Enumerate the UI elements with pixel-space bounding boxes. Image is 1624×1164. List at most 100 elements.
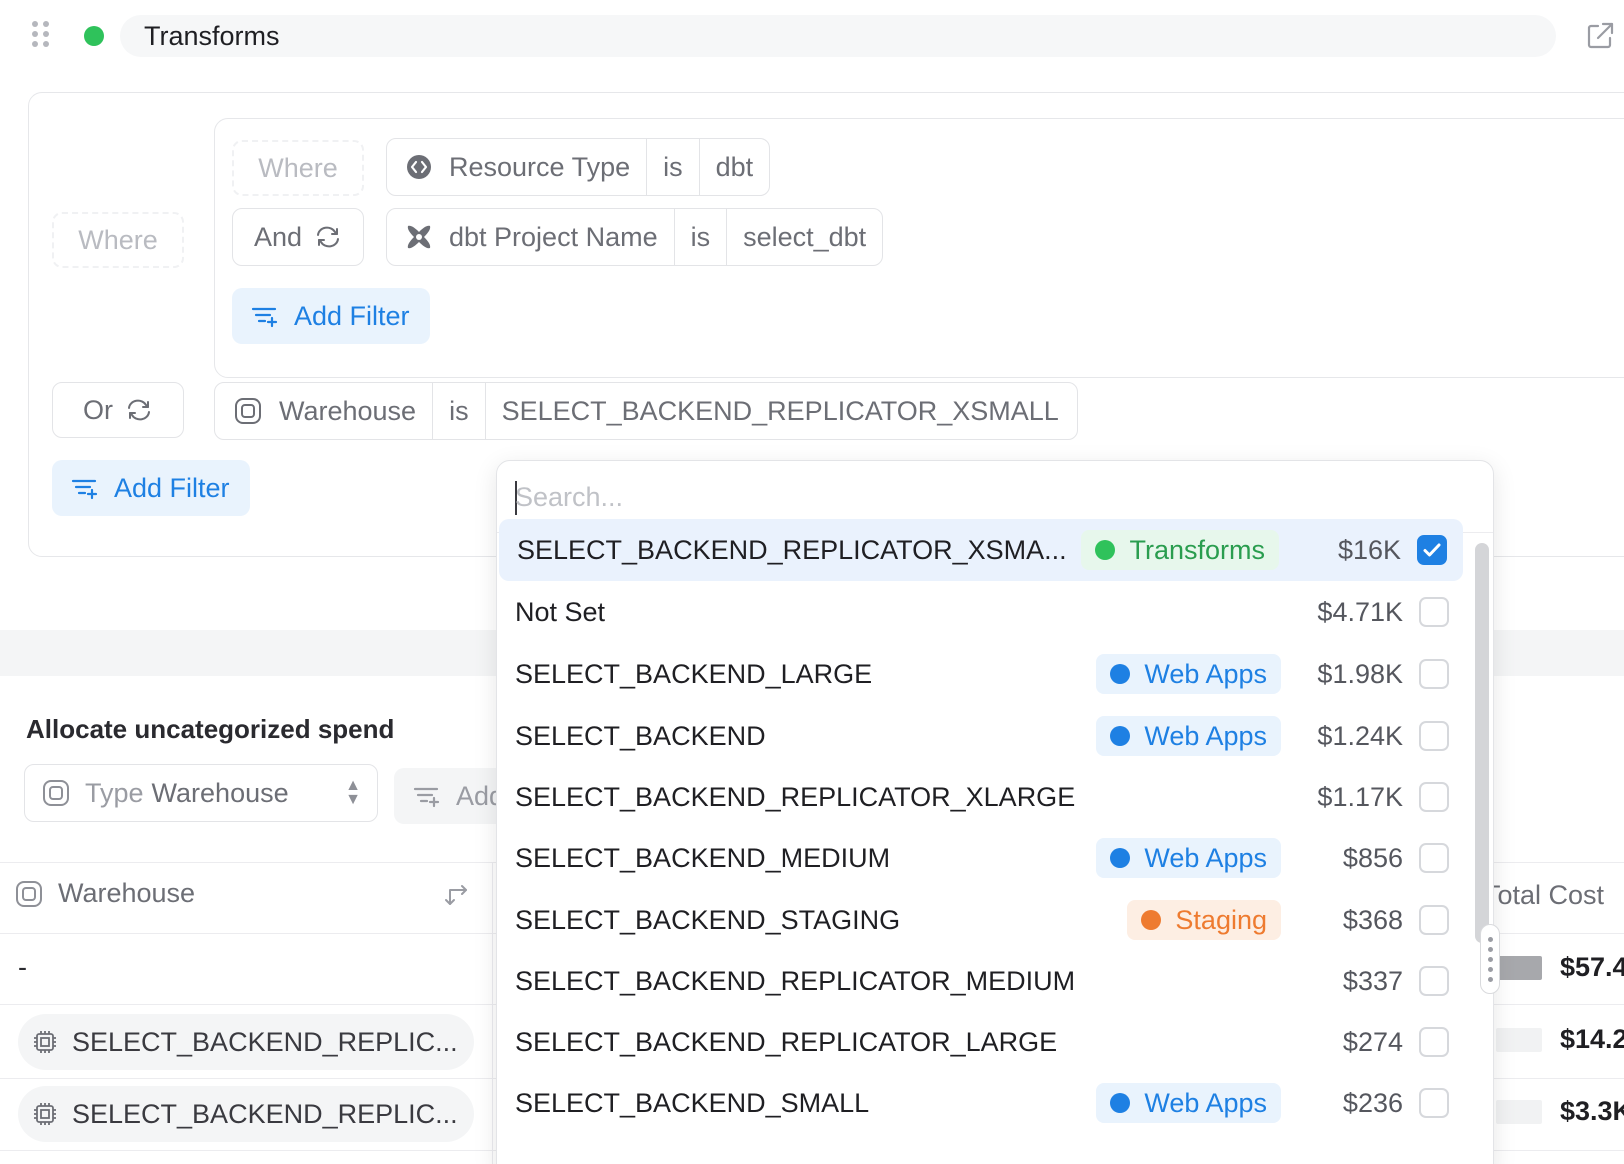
warehouse-pill[interactable]: SELECT_BACKEND_REPLIC... — [18, 1086, 474, 1142]
option-cost: $16K — [1337, 534, 1401, 565]
dropdown-option[interactable]: SELECT_BACKEND_STAGING Staging $368 — [497, 889, 1465, 951]
cost-value: $14.2K — [1560, 1024, 1624, 1054]
drag-handle-icon[interactable] — [32, 21, 52, 49]
option-cost: $1.17K — [1317, 781, 1403, 812]
tag-label: Web Apps — [1144, 1087, 1267, 1118]
check-icon — [1423, 543, 1441, 557]
resize-handle-icon[interactable] — [1480, 924, 1500, 994]
filter-condition-resource-type[interactable]: Resource Type is dbt — [386, 138, 771, 196]
option-checkbox[interactable] — [1419, 782, 1449, 812]
cost-value: $57.4K — [1560, 952, 1624, 982]
filter-operator[interactable]: is — [646, 139, 699, 195]
filter-condition-dbt-project[interactable]: dbt Project Name is select_dbt — [386, 208, 884, 266]
option-checkbox[interactable] — [1419, 659, 1449, 689]
or-label: Or — [83, 394, 113, 425]
cost-bar — [1496, 956, 1542, 980]
option-checkbox[interactable] — [1419, 905, 1449, 935]
option-name: SELECT_BACKEND_STAGING — [515, 904, 901, 935]
dropdown-option[interactable]: SELECT_BACKEND_REPLICATOR_MEDIUM $337 — [497, 950, 1465, 1012]
sort-icon[interactable] — [442, 880, 470, 908]
option-tag: Web Apps — [1096, 1083, 1281, 1123]
option-tag: Web Apps — [1096, 654, 1281, 694]
tag-label: Web Apps — [1144, 658, 1267, 689]
filter-add-icon — [251, 307, 278, 328]
option-checkbox[interactable] — [1419, 843, 1449, 873]
tag-label: Staging — [1175, 904, 1267, 935]
option-name: SELECT_BACKEND_REPLICATOR_XSMA... — [517, 534, 1067, 565]
option-checkbox[interactable] — [1419, 597, 1449, 627]
outer-where-label: Where — [52, 212, 184, 268]
dropdown-option[interactable]: SELECT_BACKEND Web Apps $1.24K — [497, 705, 1465, 767]
filter-value[interactable]: SELECT_BACKEND_REPLICATOR_XSMALL — [484, 383, 1077, 439]
column-header-cost[interactable]: Total Cost — [1484, 880, 1604, 911]
warehouse-pill[interactable]: SELECT_BACKEND_REPLIC... — [18, 1014, 474, 1070]
option-cost: $1.98K — [1317, 658, 1403, 689]
refresh-icon — [128, 399, 150, 421]
group-add-filter-button[interactable]: Add Filter — [232, 288, 430, 344]
tag-dot-icon — [1095, 540, 1116, 560]
column-divider — [492, 862, 493, 1164]
add-filter-button[interactable]: Add Filter — [52, 460, 250, 516]
option-name: SELECT_BACKEND_REPLICATOR_XLARGE — [515, 781, 1076, 812]
filter-field: dbt Project Name — [449, 221, 658, 252]
option-name: SELECT_BACKEND_REPLICATOR_LARGE — [515, 1026, 1058, 1057]
option-tag: Transforms — [1081, 530, 1279, 570]
option-name: Not Set — [515, 596, 606, 627]
warehouse-icon — [43, 780, 69, 806]
search-input[interactable] — [515, 477, 1415, 517]
option-checkbox[interactable] — [1419, 966, 1449, 996]
dropdown-option[interactable]: SELECT_BACKEND_REPLICATOR_XLARGE $1.17K — [497, 766, 1465, 828]
page-title[interactable]: Transforms — [120, 15, 1556, 57]
column-label: Warehouse — [58, 878, 196, 908]
type-select-value: Warehouse — [151, 777, 289, 808]
dropdown-option[interactable]: SELECT_BACKEND_SMALL Web Apps $236 — [497, 1072, 1465, 1134]
filter-operator[interactable]: is — [673, 209, 727, 265]
option-checkbox[interactable] — [1417, 535, 1447, 565]
dbt-icon — [407, 225, 431, 249]
warehouse-value-dropdown: SELECT_BACKEND_REPLICATOR_XSMA... Transfo… — [496, 460, 1494, 1164]
option-tag: Web Apps — [1096, 716, 1281, 756]
or-toggle-button[interactable]: Or — [52, 382, 184, 438]
option-name: SELECT_BACKEND_SMALL — [515, 1087, 870, 1118]
filter-operator[interactable]: is — [432, 383, 485, 439]
tag-dot-icon — [1141, 910, 1162, 930]
refresh-icon — [317, 226, 340, 248]
option-checkbox[interactable] — [1419, 1027, 1449, 1057]
tag-label: Transforms — [1129, 534, 1265, 565]
scrollbar-thumb[interactable] — [1475, 543, 1489, 943]
option-checkbox[interactable] — [1419, 721, 1449, 751]
cost-value: $3.3K — [1560, 1096, 1624, 1126]
tag-label: Web Apps — [1144, 720, 1267, 751]
option-name: SELECT_BACKEND_LARGE — [515, 658, 873, 689]
dropdown-option[interactable]: SELECT_BACKEND_MEDIUM Web Apps $856 — [497, 827, 1465, 889]
option-name: SELECT_BACKEND — [515, 720, 766, 751]
filter-condition-warehouse[interactable]: Warehouse is SELECT_BACKEND_REPLICATOR_X… — [214, 382, 1078, 440]
option-cost: $1.24K — [1317, 720, 1403, 751]
type-select[interactable]: Type Warehouse ▲ ▼ — [24, 764, 378, 822]
option-name: SELECT_BACKEND_MEDIUM — [515, 842, 891, 873]
filter-field: Warehouse — [279, 395, 417, 426]
option-checkbox[interactable] — [1419, 1088, 1449, 1118]
option-cost: $236 — [1342, 1087, 1403, 1118]
status-dot — [84, 26, 104, 46]
table-row-name: - — [18, 952, 27, 982]
tag-dot-icon — [1110, 848, 1131, 868]
option-name: SELECT_BACKEND_REPLICATOR_MEDIUM — [515, 965, 1076, 996]
option-cost: $368 — [1342, 904, 1403, 935]
filter-add-icon — [71, 479, 98, 500]
filter-value[interactable]: select_dbt — [726, 209, 882, 265]
section-title: Allocate uncategorized spend — [26, 714, 395, 744]
cost-bar — [1496, 1100, 1542, 1124]
tag-label: Web Apps — [1144, 842, 1267, 873]
filter-value[interactable]: dbt — [698, 139, 770, 195]
dropdown-option[interactable]: Not Set $4.71K — [497, 581, 1465, 643]
external-link-icon[interactable] — [1584, 20, 1616, 52]
and-label: And — [253, 221, 303, 252]
dropdown-option[interactable]: SELECT_BACKEND_LARGE Web Apps $1.98K — [497, 643, 1465, 705]
table-row-name: SELECT_BACKEND_REPLIC... — [72, 1026, 458, 1057]
column-header-warehouse[interactable]: Warehouse — [14, 878, 195, 909]
dropdown-option[interactable]: SELECT_BACKEND_REPLICATOR_XSMA... Transfo… — [499, 519, 1463, 581]
filter-add-icon — [413, 787, 440, 808]
dropdown-option[interactable]: SELECT_BACKEND_REPLICATOR_LARGE $274 — [497, 1011, 1465, 1073]
and-toggle-button[interactable]: And — [232, 208, 364, 266]
